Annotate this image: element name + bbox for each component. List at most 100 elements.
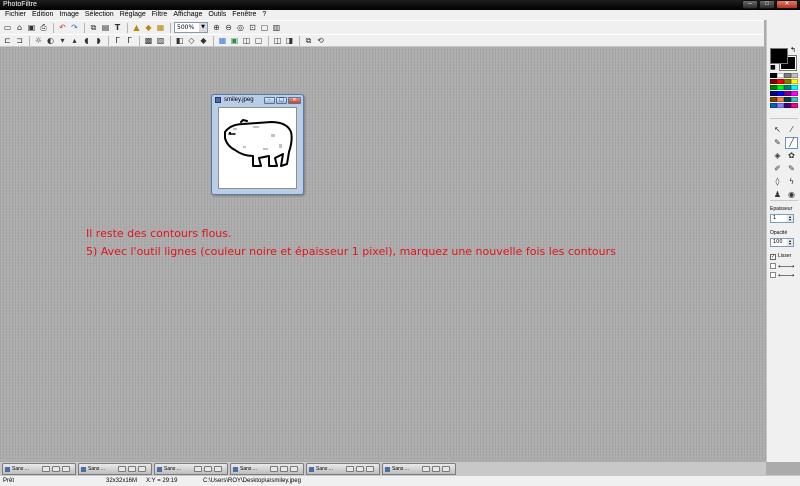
menu-edition[interactable]: Edition	[29, 10, 56, 20]
line-tool[interactable]: ╱	[785, 137, 798, 149]
print-icon[interactable]: ⎙	[38, 22, 49, 33]
menu-fichier[interactable]: Fichier	[2, 10, 29, 20]
menu-help[interactable]: ?	[259, 10, 269, 20]
magic-wand-tool[interactable]: ✎	[771, 137, 784, 149]
drop-tool[interactable]: ◊	[771, 176, 784, 188]
noise-icon[interactable]: ▦	[217, 35, 228, 46]
actual-size-icon[interactable]: ◎	[235, 22, 246, 33]
eyedropper-tool[interactable]: ⁄	[785, 124, 798, 136]
palette-swatch[interactable]	[784, 103, 791, 108]
menu-affichage[interactable]: Affichage	[170, 10, 205, 20]
minimized-window-tab[interactable]: Sans ...	[2, 463, 76, 475]
levels-icon[interactable]: Γ	[124, 35, 135, 46]
menu-selection[interactable]: Sélection	[82, 10, 117, 20]
palette-swatch[interactable]	[791, 103, 798, 108]
minimized-restore-button[interactable]	[42, 466, 50, 472]
palette-swatch[interactable]	[784, 97, 791, 102]
palette-swatch[interactable]	[770, 103, 777, 108]
hue-icon[interactable]: ◗	[93, 35, 104, 46]
zoom-out-icon[interactable]: ⊖	[223, 22, 234, 33]
fit-window-icon[interactable]: ⊡	[247, 22, 258, 33]
gamma-down-icon[interactable]: ▾	[57, 35, 68, 46]
minimize-button[interactable]: –	[742, 0, 758, 9]
menu-outils[interactable]: Outils	[205, 10, 229, 20]
palette-swatch[interactable]	[784, 85, 791, 90]
minimized-restore-button[interactable]	[422, 466, 430, 472]
minimized-close-button[interactable]	[214, 466, 222, 472]
minimized-restore-button[interactable]	[118, 466, 126, 472]
palette-swatch[interactable]	[777, 73, 784, 78]
minimized-maximize-button[interactable]	[280, 466, 288, 472]
minimized-restore-button[interactable]	[346, 466, 354, 472]
brightness-icon[interactable]: ☼	[33, 35, 44, 46]
new-icon[interactable]: ▭	[2, 22, 13, 33]
texture-icon[interactable]: ◫	[241, 35, 252, 46]
arrow-end-checkbox[interactable]	[770, 272, 776, 278]
palette-swatch[interactable]	[770, 73, 777, 78]
redo-icon[interactable]: ↷	[69, 22, 80, 33]
minimized-close-button[interactable]	[290, 466, 298, 472]
smooth-checkbox[interactable]: ✓	[770, 253, 776, 260]
palette-icon[interactable]: ▣	[229, 35, 240, 46]
contrast-icon[interactable]: ◐	[45, 35, 56, 46]
resize-icon[interactable]: ⊐	[14, 35, 25, 46]
palette-swatch[interactable]	[777, 97, 784, 102]
palette-swatch[interactable]	[791, 79, 798, 84]
image-window[interactable]: smiley.jpeg – □ ✕	[211, 94, 304, 195]
opacity-field[interactable]: 100 ▴ ▾	[770, 238, 794, 247]
undo-icon[interactable]: ↶	[57, 22, 68, 33]
palette-swatch[interactable]	[791, 85, 798, 90]
grayscale-icon[interactable]: ▩	[143, 35, 154, 46]
minimized-close-button[interactable]	[62, 466, 70, 472]
minimized-window-tab[interactable]: Sans ...	[230, 463, 304, 475]
palette-swatch[interactable]	[791, 91, 798, 96]
swap-colors-icon[interactable]: ↰	[790, 46, 796, 54]
menu-fenetre[interactable]: Fenêtre	[229, 10, 259, 20]
minimized-restore-button[interactable]	[270, 466, 278, 472]
deform-icon[interactable]: ⟲	[315, 35, 326, 46]
batch-icon[interactable]: ▦	[155, 22, 166, 33]
reset-colors-icon[interactable]: ■	[770, 65, 776, 71]
image-minimize-button[interactable]: –	[264, 97, 275, 104]
arrow-start-checkbox[interactable]	[770, 263, 776, 269]
palette-swatch[interactable]	[770, 85, 777, 90]
minimized-maximize-button[interactable]	[432, 466, 440, 472]
smudge-tool[interactable]: ϟ	[785, 176, 798, 188]
sepia-icon[interactable]: ▨	[155, 35, 166, 46]
palette-swatch[interactable]	[777, 79, 784, 84]
pointer-tool[interactable]: ↖	[771, 124, 784, 136]
open-icon[interactable]: ⌂	[14, 22, 25, 33]
palette-swatch[interactable]	[770, 97, 777, 102]
brush-tool[interactable]: ✐	[771, 163, 784, 175]
image-canvas[interactable]	[218, 107, 297, 189]
palette-swatch[interactable]	[784, 73, 791, 78]
thickness-field[interactable]: 1 ▴ ▾	[770, 214, 794, 223]
saturation-icon[interactable]: ◖	[81, 35, 92, 46]
gamma-up-icon[interactable]: ▴	[69, 35, 80, 46]
palette-swatch[interactable]	[777, 91, 784, 96]
preview-icon[interactable]: ▥	[271, 22, 282, 33]
smooth-option[interactable]: ✓ Lisser	[770, 253, 791, 260]
image-maximize-button[interactable]: □	[276, 97, 287, 104]
image-close-button[interactable]: ✕	[288, 97, 301, 104]
palette-swatch[interactable]	[770, 79, 777, 84]
minimized-window-tab[interactable]: Sans ...	[78, 463, 152, 475]
foreground-color-swatch[interactable]	[770, 48, 788, 64]
image-window-titlebar[interactable]: smiley.jpeg – □ ✕	[212, 95, 303, 106]
minimized-maximize-button[interactable]	[128, 466, 136, 472]
minimized-close-button[interactable]	[138, 466, 146, 472]
minimized-maximize-button[interactable]	[356, 466, 364, 472]
minimized-window-tab[interactable]: Sans ...	[306, 463, 380, 475]
palette-swatch[interactable]	[784, 91, 791, 96]
palette-swatch[interactable]	[791, 73, 798, 78]
close-button[interactable]: ✕	[776, 0, 798, 9]
zoom-select[interactable]: 500% ▼	[174, 22, 208, 33]
arrow-start-option[interactable]: ⟵⟶	[770, 263, 798, 269]
menu-filtre[interactable]: Filtre	[149, 10, 171, 20]
palette-swatch[interactable]	[791, 97, 798, 102]
paste-icon[interactable]: ▤	[100, 22, 111, 33]
minimized-close-button[interactable]	[442, 466, 450, 472]
minimized-close-button[interactable]	[366, 466, 374, 472]
sharpen-icon[interactable]: ◆	[198, 35, 209, 46]
palette-swatch[interactable]	[777, 103, 784, 108]
